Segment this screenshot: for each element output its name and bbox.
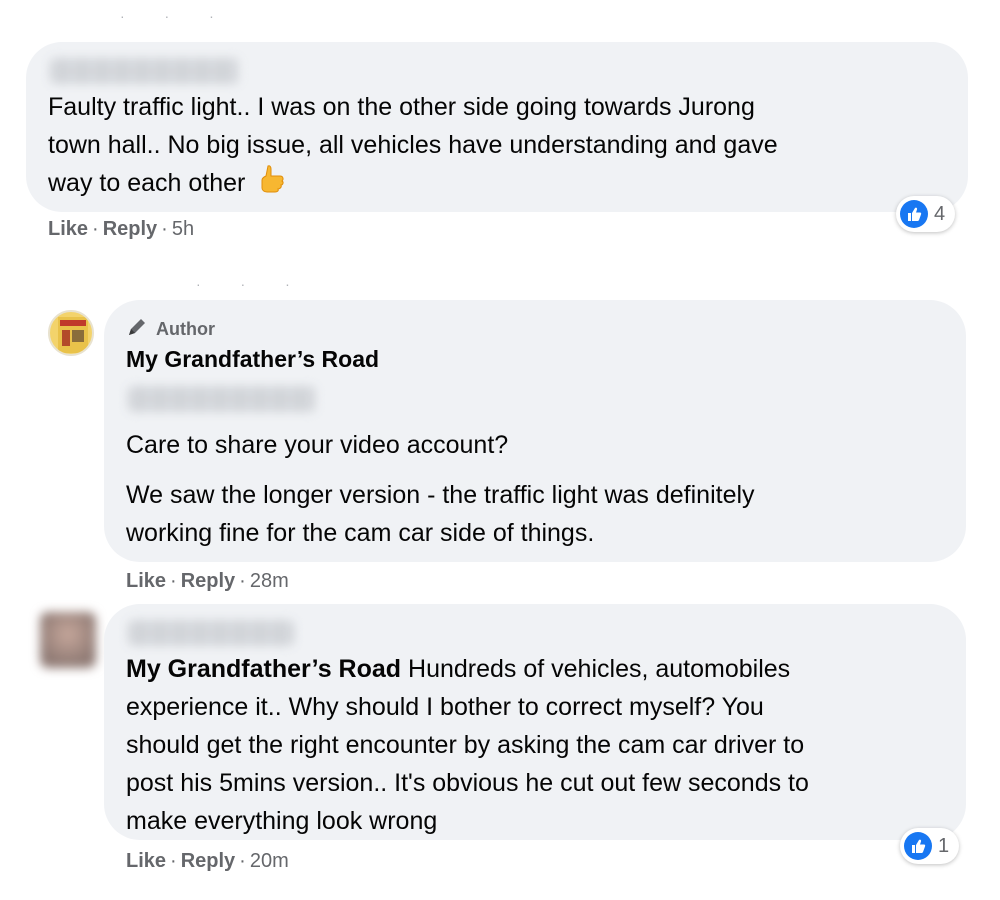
reaction-count: 1	[938, 834, 950, 857]
like-button[interactable]: Like	[126, 570, 166, 592]
reaction-summary[interactable]: 1	[900, 828, 960, 864]
mention-link[interactable]: My Grandfather’s Road	[126, 655, 401, 683]
blurred-username[interactable]	[128, 386, 316, 412]
timestamp[interactable]: 5h	[172, 218, 194, 240]
timestamp[interactable]: 20m	[250, 850, 289, 872]
comment-bubble: Author My Grandfather’s Road Care to sha…	[104, 300, 966, 562]
reply-button[interactable]: Reply	[181, 850, 235, 872]
comment-actions: Like · Reply · 20m	[126, 850, 289, 872]
blurred-username[interactable]	[128, 620, 294, 646]
comment-bubble: My Grandfather’s Road Hundreds of vehicl…	[104, 604, 966, 840]
like-icon	[904, 832, 932, 860]
avatar[interactable]	[48, 310, 94, 356]
like-icon	[900, 200, 928, 228]
comment-text: We saw the longer version - the traffic …	[126, 481, 755, 547]
comment-text: Faulty traffic light.. I was on the othe…	[48, 88, 948, 205]
like-button[interactable]: Like	[126, 850, 166, 872]
comment-text: Care to share your video account?	[126, 431, 509, 459]
reply-button[interactable]: Reply	[181, 570, 235, 592]
avatar[interactable]	[40, 612, 96, 668]
comment-actions: Like · Reply · 5h	[48, 218, 195, 240]
reaction-count: 4	[934, 202, 946, 225]
collapsed-indicator: · · ·	[196, 276, 308, 292]
blurred-username[interactable]	[50, 58, 240, 84]
comment-text: My Grandfather’s Road Hundreds of vehicl…	[126, 655, 809, 835]
comment-bubble: Faulty traffic light.. I was on the othe…	[26, 42, 968, 212]
reaction-summary[interactable]: 4	[896, 196, 956, 232]
author-badge: Author	[126, 316, 215, 343]
pencil-icon	[126, 316, 148, 343]
collapsed-indicator: · · ·	[120, 8, 232, 24]
reply-button[interactable]: Reply	[103, 218, 157, 240]
like-button[interactable]: Like	[48, 218, 88, 240]
thumbs-up-emoji	[258, 164, 286, 205]
author-name[interactable]: My Grandfather’s Road	[126, 340, 379, 378]
timestamp[interactable]: 28m	[250, 570, 289, 592]
comment-actions: Like · Reply · 28m	[126, 570, 289, 592]
